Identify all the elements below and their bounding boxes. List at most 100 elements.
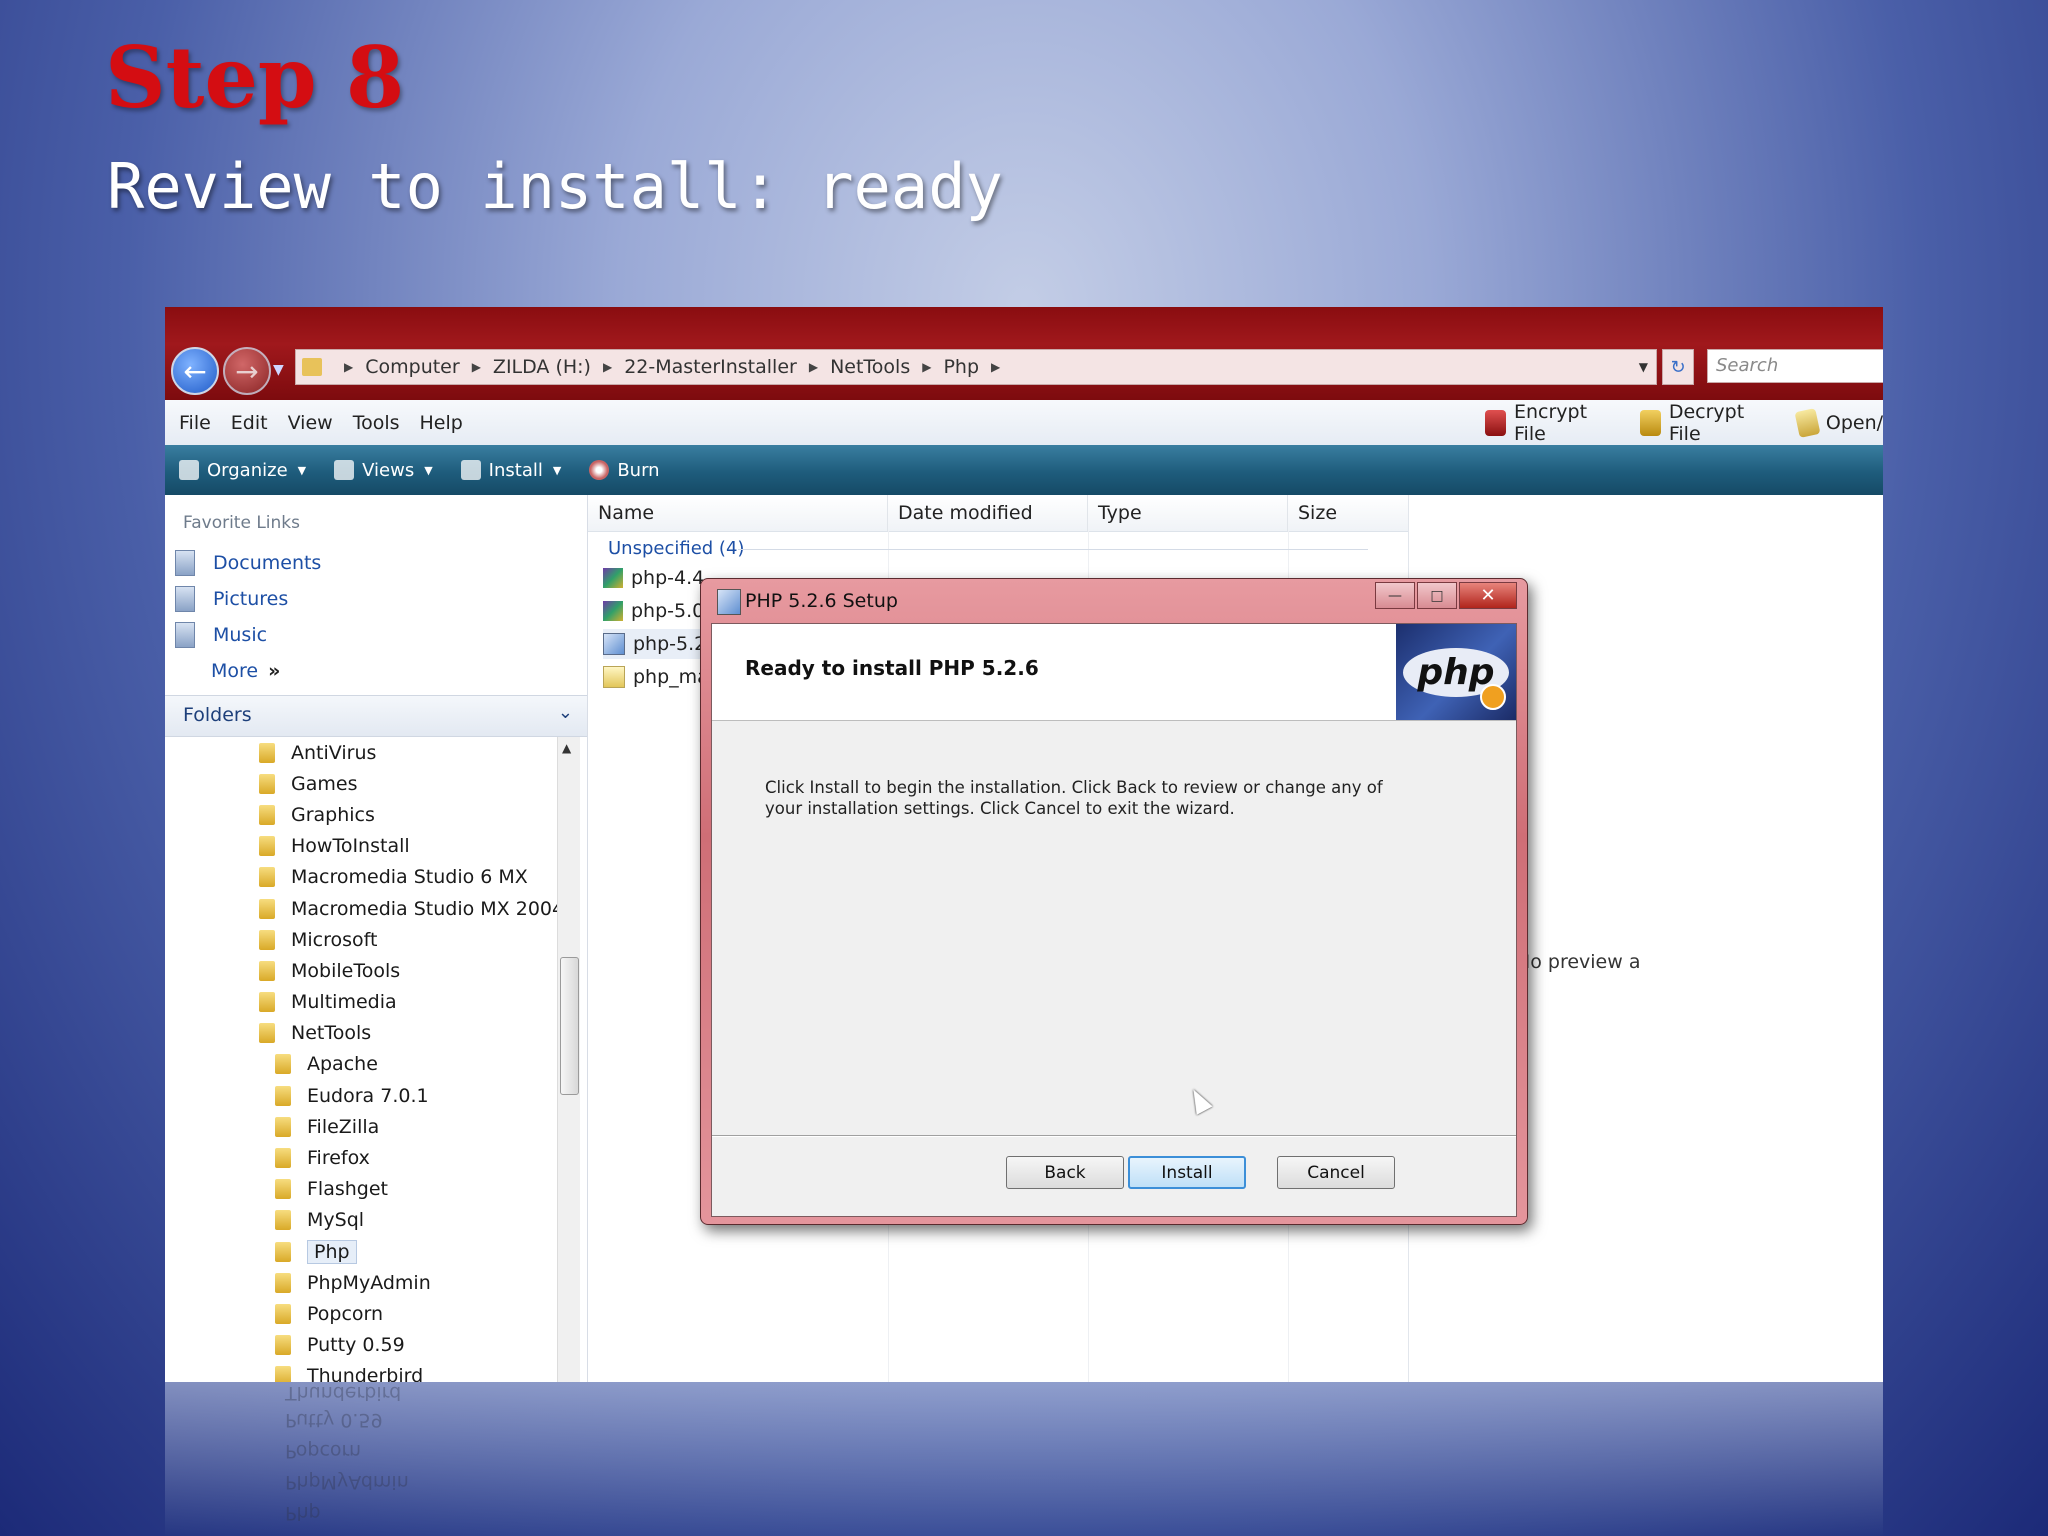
views-button[interactable]: Views ▼: [334, 460, 447, 481]
folder-item[interactable]: FileZilla: [165, 1111, 565, 1142]
scroll-up-icon[interactable]: ▲: [562, 741, 571, 755]
folder-item[interactable]: Flashget: [165, 1174, 565, 1205]
folder-item[interactable]: Firefox: [165, 1142, 565, 1173]
group-header[interactable]: Unspecified (4): [608, 538, 744, 559]
nav-history-chevron-icon[interactable]: ▼: [273, 362, 284, 378]
menu-tools[interactable]: Tools: [353, 412, 400, 434]
scroll-thumb[interactable]: [560, 957, 579, 1095]
file-row[interactable]: php_ma: [603, 662, 709, 692]
column-size[interactable]: Size: [1288, 495, 1422, 531]
folder-item[interactable]: NetTools: [165, 1018, 565, 1049]
install-button[interactable]: Install: [1128, 1156, 1246, 1189]
breadcrumb-item[interactable]: Computer: [365, 356, 459, 378]
folder-tree: AntiVirus Games Graphics HowToInstall Ma…: [165, 737, 565, 1382]
favorite-label: More: [211, 660, 259, 682]
breadcrumb-separator-icon[interactable]: ▶: [472, 360, 481, 374]
breadcrumb-separator-icon[interactable]: ▶: [991, 360, 1000, 374]
open-button[interactable]: Open/: [1826, 412, 1883, 434]
navigation-pane: Favorite Links Documents Pictures Music …: [165, 495, 588, 1382]
search-input[interactable]: Search: [1707, 349, 1883, 383]
dialog-instructions: Click Install to begin the installation.…: [765, 778, 1383, 818]
folder-item[interactable]: Multimedia: [165, 987, 565, 1018]
install-label: Install: [488, 459, 543, 481]
encrypt-file-button[interactable]: Encrypt File: [1514, 401, 1620, 445]
menu-edit[interactable]: Edit: [231, 412, 268, 434]
folder-item[interactable]: Macromedia Studio 6 MX: [165, 862, 565, 893]
favorite-label: Documents: [213, 552, 322, 574]
folder-icon: [259, 836, 275, 857]
column-type[interactable]: Type: [1088, 495, 1288, 531]
breadcrumb-item[interactable]: NetTools: [830, 356, 910, 378]
folder-item-selected[interactable]: Php: [165, 1236, 565, 1267]
close-icon[interactable]: ✕: [1459, 582, 1517, 609]
no-preview-text: No preview a: [1516, 951, 1641, 973]
column-date-modified[interactable]: Date modified: [888, 495, 1088, 531]
folder-item[interactable]: Games: [165, 768, 565, 799]
folder-item[interactable]: Macromedia Studio MX 2004: [165, 893, 565, 924]
breadcrumb-separator-icon[interactable]: ▶: [922, 360, 931, 374]
breadcrumb-item[interactable]: ZILDA (H:): [493, 356, 591, 378]
menu-file[interactable]: File: [179, 412, 211, 434]
file-row[interactable]: php-5.0: [603, 596, 704, 626]
folder-item[interactable]: Graphics: [165, 799, 565, 830]
burn-button[interactable]: Burn: [589, 460, 660, 481]
favorite-more[interactable]: More »: [211, 653, 321, 689]
favorite-pictures[interactable]: Pictures: [175, 581, 321, 617]
folder-icon: [275, 1054, 291, 1075]
organize-button[interactable]: Organize ▼: [179, 460, 320, 481]
folder-label: MobileTools: [291, 959, 401, 982]
slide-subtitle: Review to install: ready: [107, 150, 1003, 223]
folder-label: Macromedia Studio 6 MX: [291, 866, 528, 889]
column-name[interactable]: Name: [588, 495, 888, 531]
lock-icon: [1485, 409, 1506, 436]
folder-label: Apache: [307, 1053, 378, 1076]
menu-help[interactable]: Help: [420, 412, 463, 434]
folder-item[interactable]: AntiVirus: [165, 737, 565, 768]
folder-item[interactable]: Eudora 7.0.1: [165, 1080, 565, 1111]
folder-item[interactable]: MySql: [165, 1205, 565, 1236]
folder-item[interactable]: HowToInstall: [165, 831, 565, 862]
maximize-icon[interactable]: □: [1417, 582, 1457, 609]
folder-label: Firefox: [307, 1147, 370, 1170]
folder-scrollbar[interactable]: ▲: [557, 737, 580, 1382]
forward-arrow-icon[interactable]: →: [223, 347, 271, 395]
file-row-selected[interactable]: php-5.2: [603, 629, 707, 659]
menu-view[interactable]: View: [288, 412, 333, 434]
favorite-documents[interactable]: Documents: [175, 545, 321, 581]
reflection-text: Putty 0.59: [285, 1409, 383, 1431]
folder-label: Php: [307, 1239, 357, 1264]
cancel-button[interactable]: Cancel: [1277, 1156, 1395, 1189]
file-name: php-5.2: [633, 633, 707, 655]
folder-item[interactable]: Putty 0.59: [165, 1330, 565, 1361]
folder-item[interactable]: Thunderbird: [165, 1361, 565, 1382]
back-button[interactable]: Back: [1006, 1156, 1124, 1189]
decrypt-file-button[interactable]: Decrypt File: [1669, 401, 1777, 445]
group-divider: [738, 549, 1368, 550]
folder-item[interactable]: PhpMyAdmin: [165, 1267, 565, 1298]
folders-header[interactable]: Folders ⌄: [165, 695, 587, 737]
folder-label: Multimedia: [291, 991, 397, 1014]
folder-item[interactable]: MobileTools: [165, 955, 565, 986]
favorite-music[interactable]: Music: [175, 617, 321, 653]
address-dropdown-icon[interactable]: ▼: [1639, 360, 1648, 374]
folder-item[interactable]: Microsoft: [165, 924, 565, 955]
breadcrumb-separator-icon[interactable]: ▶: [809, 360, 818, 374]
refresh-icon[interactable]: ↻: [1662, 349, 1694, 385]
folder-item[interactable]: Apache: [165, 1049, 565, 1080]
folder-item[interactable]: Popcorn: [165, 1298, 565, 1329]
back-arrow-icon[interactable]: ←: [171, 347, 219, 395]
minimize-icon[interactable]: —: [1375, 582, 1415, 609]
breadcrumb-item[interactable]: 22-MasterInstaller: [624, 356, 797, 378]
breadcrumb-item[interactable]: Php: [943, 356, 979, 378]
command-toolbar: Organize ▼ Views ▼ Install ▼ Burn: [165, 445, 1883, 495]
file-row[interactable]: php-4.4: [603, 563, 704, 593]
folder-icon: [275, 1179, 291, 1200]
breadcrumb[interactable]: ▶ Computer ▶ ZILDA (H:) ▶ 22-MasterInsta…: [295, 349, 1657, 385]
dialog-heading: Ready to install PHP 5.2.6: [745, 656, 1039, 680]
install-toolbar-button[interactable]: Install ▼: [460, 459, 576, 481]
breadcrumb-separator-icon[interactable]: ▶: [603, 360, 612, 374]
folder-label: Thunderbird: [307, 1365, 424, 1382]
folder-icon: [259, 867, 275, 888]
dialog-content: Ready to install PHP 5.2.6 php Click Ins…: [711, 623, 1517, 1217]
chevron-down-icon[interactable]: ⌄: [558, 702, 573, 723]
